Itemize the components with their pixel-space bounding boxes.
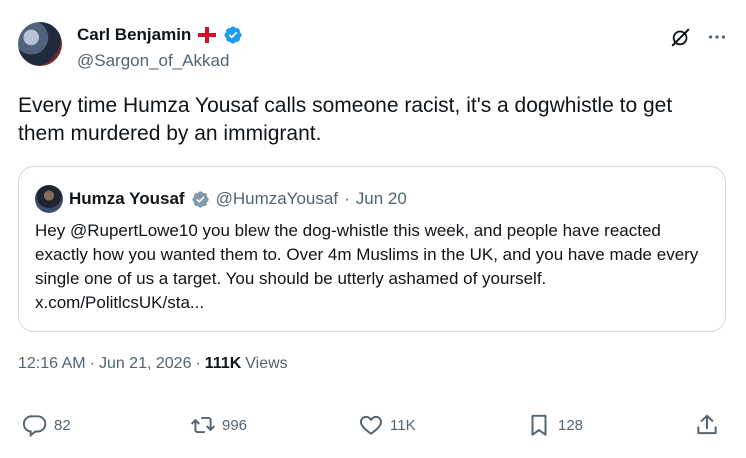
repost-button[interactable]: 996 <box>190 412 247 438</box>
repost-icon <box>191 416 215 434</box>
reply-button[interactable]: 82 <box>22 412 71 438</box>
tweet-time[interactable]: 12:16 AM <box>18 355 86 373</box>
header-actions <box>670 26 728 48</box>
quoted-tweet-header: Humza Yousaf @HumzaYousaf · Jun 20 <box>35 185 407 213</box>
views-count: 111K <box>204 355 242 372</box>
author-handle[interactable]: @Sargon_of_Akkad <box>77 51 229 71</box>
quoted-tweet-text: Hey @RupertLowe10 you blew the dog-whist… <box>35 221 699 312</box>
meta-separator: · <box>89 355 95 372</box>
england-flag-icon <box>196 27 218 43</box>
tweet-header: Carl Benjamin @Sargon_of_Akkad <box>18 18 728 74</box>
bookmark-icon <box>531 414 547 436</box>
quoted-author-handle[interactable]: @HumzaYousaf <box>216 189 338 209</box>
like-count: 11K <box>390 416 416 434</box>
tweet-date[interactable]: Jun 21, 2026 <box>99 355 192 373</box>
author-name-row: Carl Benjamin <box>77 25 243 45</box>
verified-badge-icon <box>191 190 209 208</box>
reply-icon <box>22 415 47 438</box>
bookmark-button[interactable]: 128 <box>526 412 583 438</box>
tweet-text: Every time Humza Yousaf calls someone ra… <box>18 94 673 145</box>
repost-count: 996 <box>222 416 248 434</box>
tweet-actions: 82 996 11K 128 <box>18 412 728 446</box>
grok-icon[interactable] <box>670 26 692 48</box>
reply-count: 82 <box>54 416 71 434</box>
quoted-date[interactable]: Jun 20 <box>356 189 407 209</box>
share-icon <box>697 414 717 435</box>
author-avatar[interactable] <box>18 22 62 66</box>
bookmark-count: 128 <box>558 416 584 434</box>
meta-separator: · <box>195 355 201 372</box>
quoted-separator: · <box>344 189 350 208</box>
quoted-author-name[interactable]: Humza Yousaf <box>69 189 185 209</box>
views-label: Views <box>245 355 288 372</box>
tweet-meta: 12:16 AM · Jun 21, 2026 · 111K Views <box>18 355 288 373</box>
verified-badge-icon[interactable] <box>223 25 243 45</box>
more-icon[interactable] <box>706 26 728 48</box>
share-button[interactable] <box>694 412 720 438</box>
quoted-author-avatar[interactable] <box>35 185 63 213</box>
like-icon <box>360 415 382 435</box>
quoted-tweet[interactable]: Humza Yousaf @HumzaYousaf · Jun 20 Hey @… <box>18 166 726 332</box>
like-button[interactable]: 11K <box>358 412 416 438</box>
author-display-name[interactable]: Carl Benjamin <box>77 25 191 45</box>
